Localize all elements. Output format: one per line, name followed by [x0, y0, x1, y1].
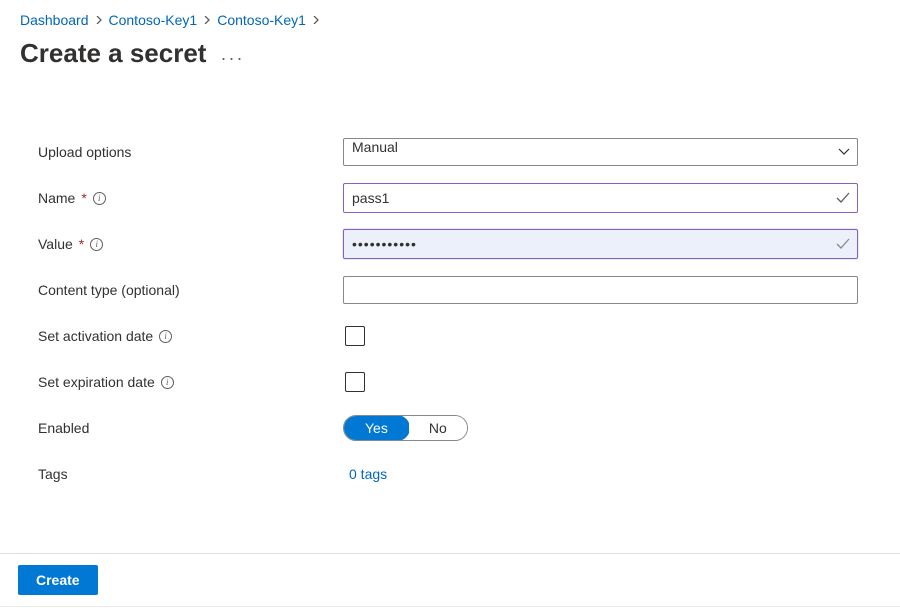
divider — [0, 606, 900, 607]
info-icon[interactable]: i — [90, 238, 103, 251]
tags-label: Tags — [38, 466, 68, 482]
upload-options-select[interactable]: Manual — [343, 138, 858, 166]
required-indicator: * — [79, 236, 84, 252]
value-label: Value — [38, 236, 73, 252]
enabled-toggle[interactable]: Yes No — [343, 415, 468, 441]
chevron-right-icon — [312, 16, 320, 24]
activation-date-checkbox[interactable] — [345, 326, 365, 346]
info-icon[interactable]: i — [161, 376, 174, 389]
create-secret-form: Upload options Manual Name * i — [38, 129, 858, 497]
activation-date-label: Set activation date — [38, 328, 153, 344]
expiration-date-label: Set expiration date — [38, 374, 155, 390]
breadcrumb-link-vault[interactable]: Contoso-Key1 — [109, 12, 198, 28]
name-label: Name — [38, 190, 75, 206]
upload-options-label: Upload options — [38, 144, 131, 160]
breadcrumb: Dashboard Contoso-Key1 Contoso-Key1 — [20, 12, 880, 28]
tags-link[interactable]: 0 tags — [349, 466, 387, 482]
footer: Create — [0, 554, 900, 606]
enabled-label: Enabled — [38, 420, 89, 436]
breadcrumb-link-secrets[interactable]: Contoso-Key1 — [217, 12, 306, 28]
content-type-label: Content type (optional) — [38, 282, 180, 298]
name-input[interactable] — [343, 183, 858, 213]
chevron-right-icon — [95, 16, 103, 24]
enabled-toggle-yes[interactable]: Yes — [343, 415, 410, 441]
required-indicator: * — [81, 190, 86, 206]
breadcrumb-link-dashboard[interactable]: Dashboard — [20, 12, 89, 28]
expiration-date-checkbox[interactable] — [345, 372, 365, 392]
create-button[interactable]: Create — [18, 565, 98, 595]
enabled-toggle-no[interactable]: No — [409, 416, 467, 440]
value-input[interactable] — [343, 229, 858, 259]
info-icon[interactable]: i — [93, 192, 106, 205]
chevron-right-icon — [203, 16, 211, 24]
content-type-input[interactable] — [343, 276, 858, 304]
page-title: Create a secret — [20, 38, 206, 69]
more-actions-button[interactable]: ··· — [220, 49, 244, 67]
info-icon[interactable]: i — [159, 330, 172, 343]
